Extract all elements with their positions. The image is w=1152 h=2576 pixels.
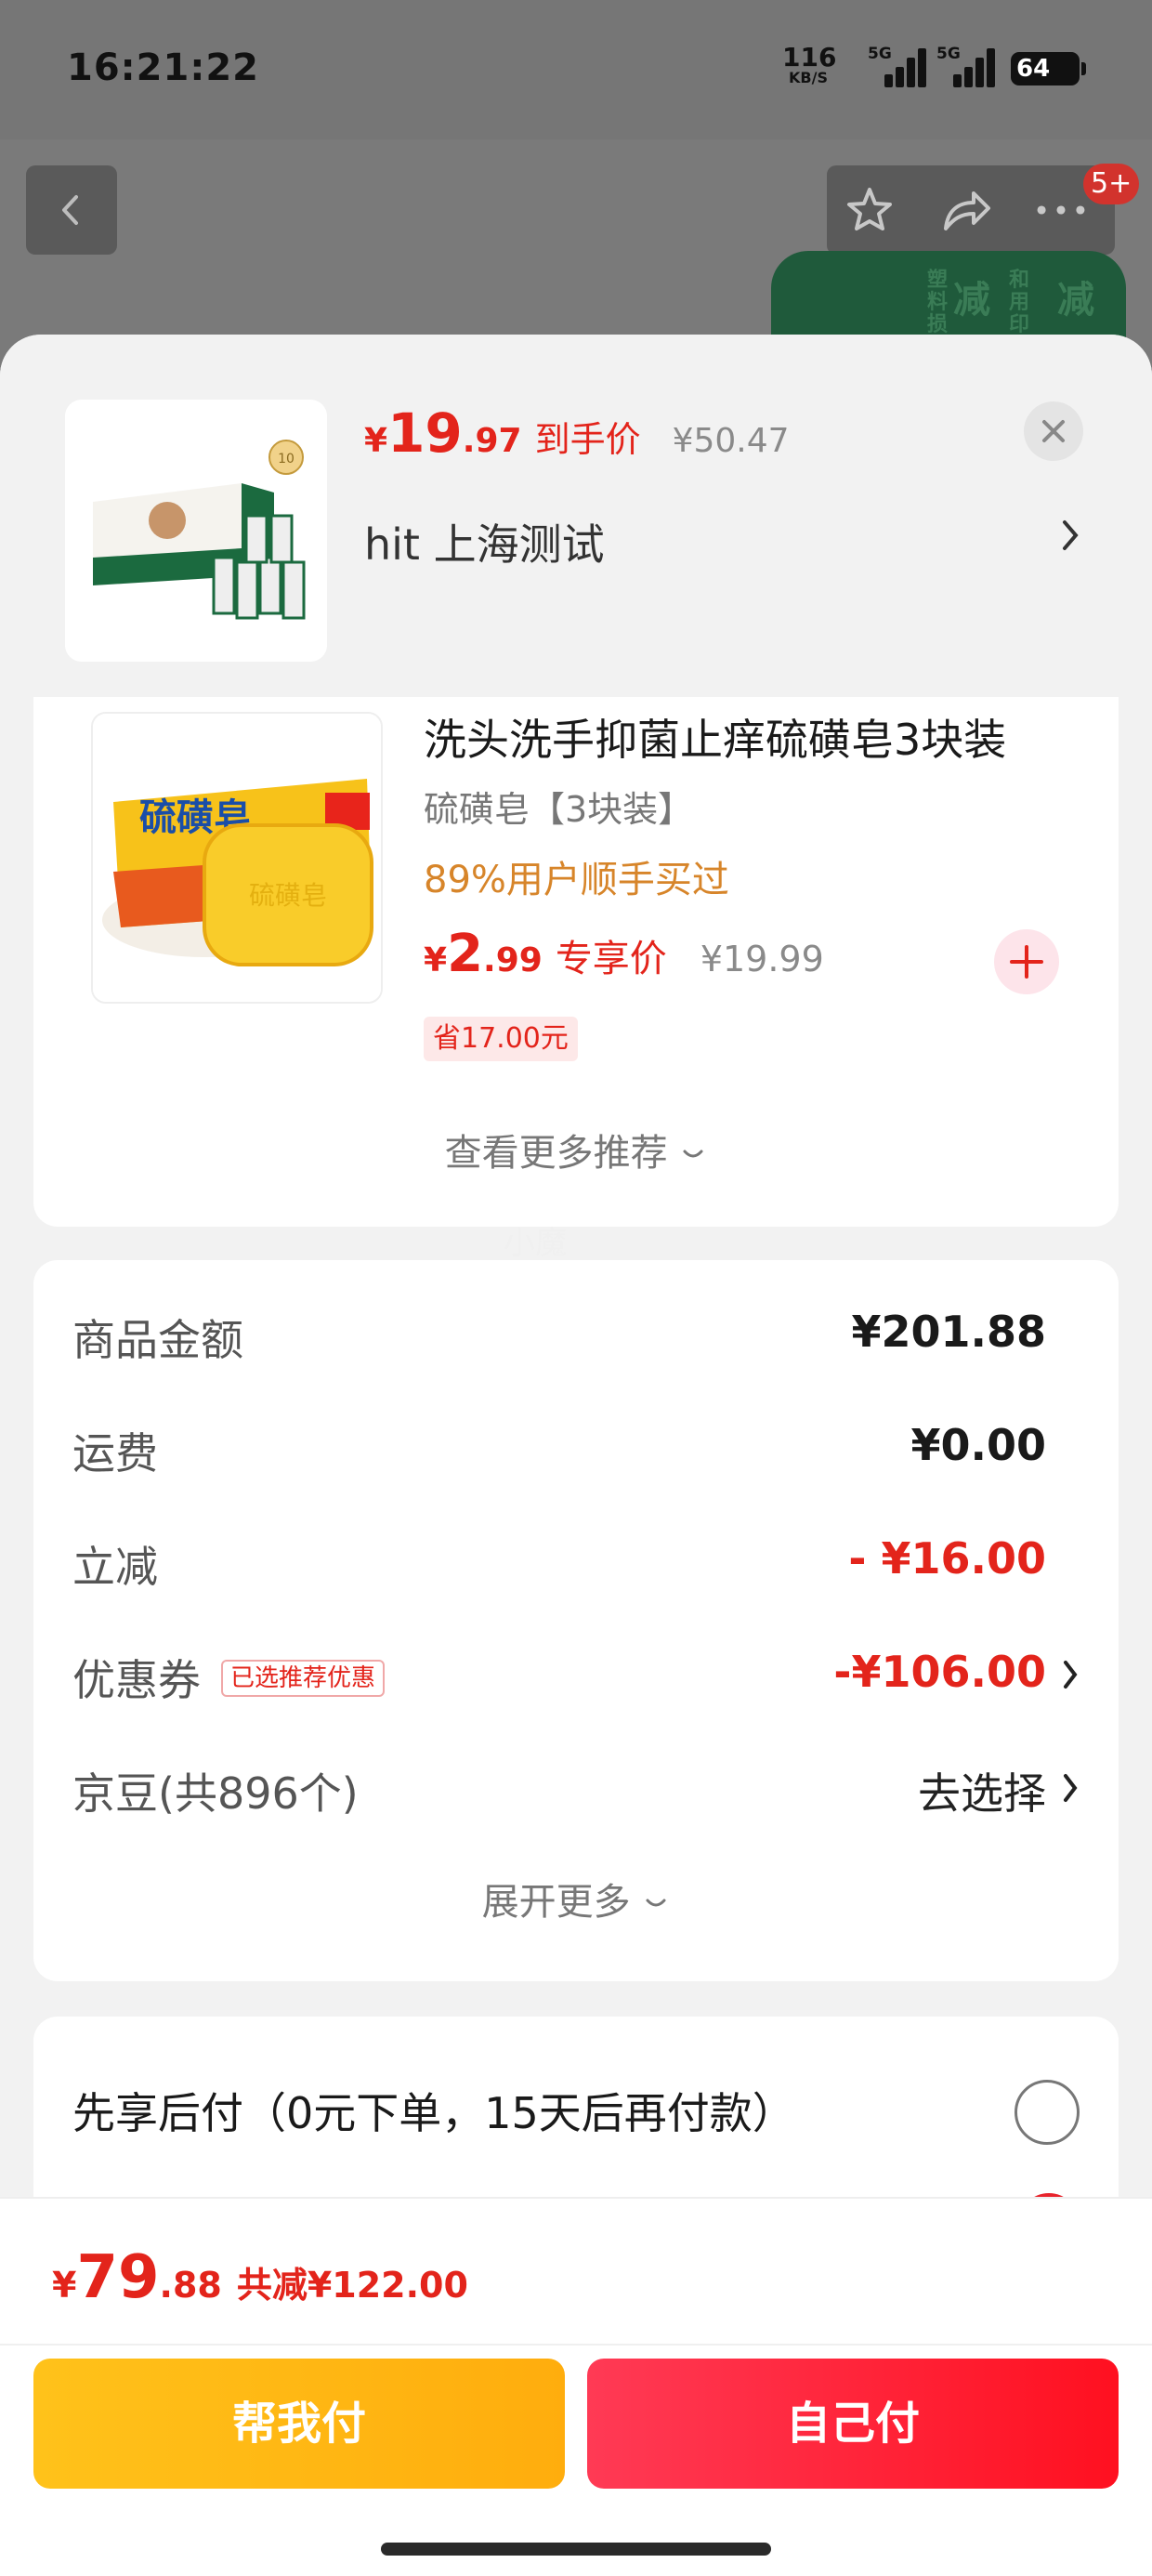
goods-amount-row: 商品金额 ¥201.88 — [72, 1307, 1046, 1365]
watermark: 小魔 — [504, 1225, 567, 1262]
sim1-label: 5G — [868, 45, 892, 63]
signal-icon-sim2: 5G — [936, 45, 996, 87]
back-button[interactable] — [26, 165, 117, 255]
coupon-tag: 已选推荐优惠 — [221, 1659, 386, 1697]
product-header: 10 ¥19.97 到手价 ¥50.47 hit 上海测试 — [0, 335, 1152, 697]
recommendation-spec: 硫磺皂【3块装】 — [424, 789, 694, 830]
chevron-down-icon — [646, 1899, 666, 1907]
battery-icon: 64 — [1011, 52, 1086, 85]
coupon-row[interactable]: 优惠券 已选推荐优惠 -¥106.00 — [72, 1636, 1080, 1710]
close-icon — [1042, 420, 1065, 442]
chevron-right-icon — [1064, 1661, 1078, 1689]
recommendation-price: ¥2.99 专享价 ¥19.99 — [424, 924, 824, 984]
total-saved: 共减¥122.00 — [236, 2265, 468, 2306]
recommendation-card: 硫磺皂 硫磺皂 洗头洗手抑菌止痒硫磺皂3块装 硫磺皂【3块装】 89%用户顺手买… — [33, 697, 1119, 1227]
more-icon[interactable] — [1033, 182, 1089, 238]
plus-icon — [1010, 945, 1043, 979]
total-price: ¥79.88 共减¥122.00 — [52, 2243, 468, 2312]
signal-icon-sim1: 5G — [864, 45, 926, 87]
variant-selector[interactable]: hit 上海测试 — [364, 511, 605, 572]
close-button[interactable] — [1024, 401, 1083, 461]
recommendation-title[interactable]: 洗头洗手抑菌止痒硫磺皂3块装 — [424, 706, 1006, 768]
svg-text:硫磺皂: 硫磺皂 — [249, 880, 327, 911]
amount-summary: 商品金额 ¥201.88 运费 ¥0.00 立减 - ¥16.00 优惠券 已选推… — [33, 1260, 1119, 1981]
recommendation-original-price: ¥19.99 — [700, 939, 824, 979]
chevron-down-icon — [683, 1150, 703, 1158]
home-indicator[interactable] — [381, 2543, 771, 2556]
chevron-left-icon — [62, 195, 78, 225]
share-icon[interactable] — [938, 182, 994, 238]
help-pay-button[interactable]: 帮我付 — [33, 2359, 565, 2489]
product-image[interactable]: 10 — [65, 400, 327, 662]
divider — [0, 2344, 1152, 2346]
recommendation-image[interactable]: 硫磺皂 硫磺皂 — [91, 712, 383, 1004]
add-button[interactable] — [994, 929, 1059, 994]
svg-text:10: 10 — [278, 452, 295, 467]
jingdou-row[interactable]: 京豆(共896个) 去选择 — [72, 1749, 1080, 1823]
star-icon[interactable] — [842, 182, 897, 238]
net-speed: 116 KB/S — [782, 42, 837, 86]
see-more-recommendations[interactable]: 查看更多推荐 — [33, 1123, 1119, 1176]
pay-later-radio[interactable] — [1015, 2080, 1080, 2145]
self-pay-button[interactable]: 自己付 — [587, 2359, 1119, 2489]
chevron-right-icon — [1064, 1774, 1078, 1802]
net-speed-value: 116 — [782, 42, 837, 72]
recommendation-buyers: 89%用户顺手买过 — [424, 859, 729, 901]
status-time: 16:21:22 — [67, 46, 259, 89]
shipping-row: 运费 ¥0.00 — [72, 1420, 1046, 1479]
product-price: ¥19.97 到手价 ¥50.47 — [364, 401, 790, 465]
instant-discount-row: 立减 - ¥16.00 — [72, 1533, 1046, 1592]
bottom-bar: ¥79.88 共减¥122.00 帮我付 自己付 — [0, 2197, 1152, 2576]
net-speed-unit: KB/S — [789, 69, 828, 86]
savings-badge: 省17.00元 — [424, 1017, 578, 1061]
notification-badge: 5+ — [1083, 164, 1140, 204]
sim2-label: 5G — [936, 45, 961, 63]
top-actions — [827, 165, 1115, 255]
status-bar: 16:21:22 116 KB/S 5G 5G 64 — [0, 0, 1152, 139]
chevron-right-icon[interactable] — [1059, 517, 1081, 554]
pay-later-option[interactable]: 先享后付（0元下单，15天后再付款） — [72, 2080, 795, 2141]
original-price: ¥50.47 — [672, 422, 790, 460]
expand-more[interactable]: 展开更多 — [33, 1872, 1119, 1925]
